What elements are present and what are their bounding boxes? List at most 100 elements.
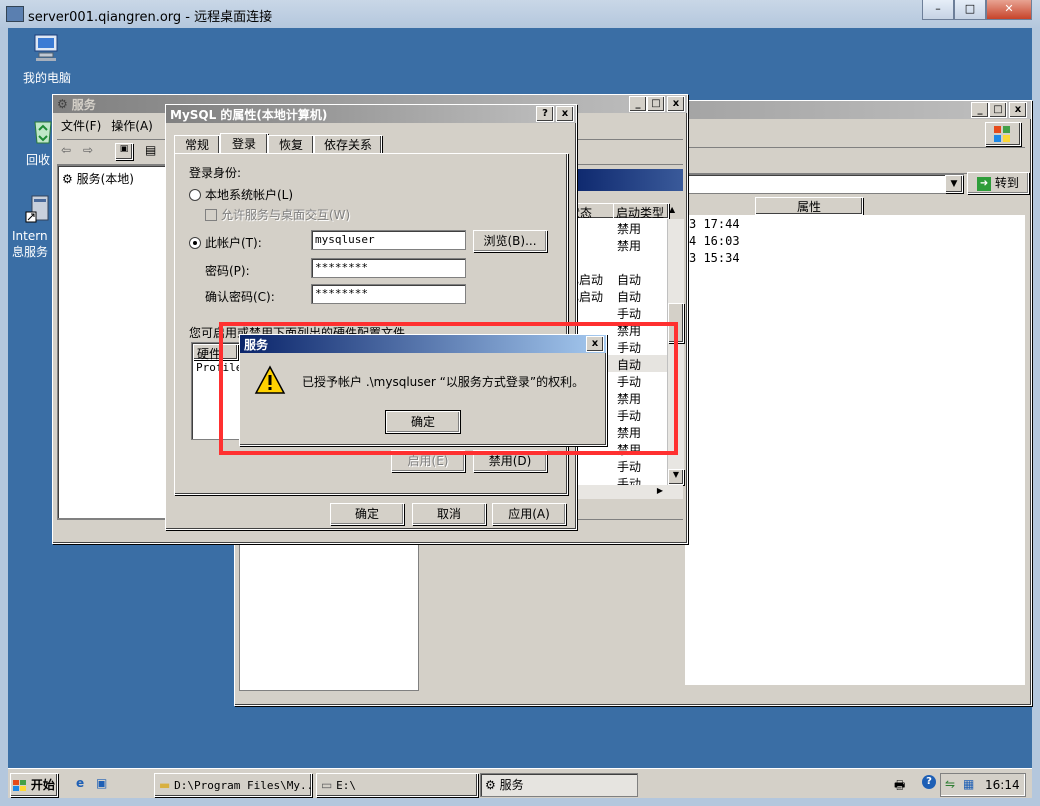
minimize-button[interactable]: _: [971, 102, 989, 118]
scroll-right-icon[interactable]: ▶: [657, 486, 663, 495]
password-label: 密码(P):: [205, 264, 250, 278]
tree-item-services-local[interactable]: ⚙ 服务(本地): [58, 166, 170, 191]
ok-button[interactable]: 确定: [330, 503, 404, 525]
show-hide-tree-icon[interactable]: ▣: [115, 143, 133, 160]
horizontal-scrollbar[interactable]: ▶: [565, 485, 683, 499]
folder-icon: ▬: [159, 778, 171, 792]
service-row[interactable]: 手动: [565, 304, 667, 321]
network-status-icon[interactable]: ▦: [963, 777, 974, 791]
desktop-icon-my-computer[interactable]: 我的电脑: [20, 32, 74, 86]
rdp-title-bar[interactable]: server001.qiangren.org - 远程桌面连接 – □ ✕: [0, 0, 1040, 28]
forward-arrow-icon[interactable]: ⇨: [83, 143, 93, 157]
row-date: 3 15:34: [689, 251, 740, 265]
service-row[interactable]: 手动: [565, 474, 667, 485]
confirm-password-input[interactable]: ********: [311, 284, 466, 304]
remote-desktop-icon: [6, 6, 24, 22]
gear-icon: ⚙: [57, 97, 68, 111]
desktop-icon-label-line2: 息服务: [12, 245, 49, 259]
close-button[interactable]: x: [1009, 102, 1027, 118]
cancel-button[interactable]: 取消: [412, 503, 486, 525]
service-row[interactable]: 禁用: [565, 236, 667, 253]
properties-title-bar[interactable]: MySQL 的属性(本地计算机) ? x: [166, 105, 576, 123]
tab-dependencies[interactable]: 依存关系: [314, 135, 382, 155]
maximize-button[interactable]: □: [989, 102, 1007, 118]
printer-icon[interactable]: 🖶: [894, 776, 905, 797]
checkbox[interactable]: [205, 208, 217, 221]
browse-button[interactable]: 浏览(B)...: [473, 230, 547, 252]
radio-button-selected[interactable]: [189, 236, 201, 249]
rdp-frame-right: [1032, 28, 1040, 806]
network-icon[interactable]: ⇋: [945, 777, 955, 791]
taskbar-item-label: D:\Program Files\My...: [174, 779, 312, 792]
maximize-button[interactable]: □: [954, 0, 986, 20]
radio-label: 本地系统帐户(L): [205, 188, 294, 202]
desktop-icon-iis[interactable]: Intern 息服务: [12, 194, 52, 260]
service-startup-type: 手动: [617, 460, 642, 474]
gear-icon: ⚙: [62, 172, 73, 186]
radio-local-system[interactable]: 本地系统帐户(L): [189, 186, 293, 203]
menu-action[interactable]: 操作(A): [111, 117, 153, 137]
close-button[interactable]: x: [667, 96, 685, 112]
service-startup-type: 手动: [617, 477, 642, 485]
taskbar-item-program-files[interactable]: ▬ D:\Program Files\My...: [154, 773, 312, 797]
desktop-icon-label: 我的电脑: [22, 71, 71, 85]
tab-recovery[interactable]: 恢复: [268, 135, 314, 155]
close-button[interactable]: x: [556, 106, 574, 122]
start-button[interactable]: 开始: [10, 773, 58, 797]
windows-logo-icon: [985, 122, 1021, 146]
ie-icon[interactable]: e: [76, 776, 84, 790]
column-header-startup-type[interactable]: 启动类型: [613, 203, 669, 219]
system-tray: ⇋ ▦ 16:14: [940, 773, 1026, 797]
radio-label: 此帐户(T):: [205, 236, 262, 250]
address-input[interactable]: ▼: [680, 174, 964, 194]
account-input[interactable]: mysqluser: [311, 230, 466, 250]
close-button[interactable]: ✕: [986, 0, 1032, 20]
chevron-down-icon[interactable]: ▼: [945, 175, 963, 193]
gear-icon: ⚙: [485, 778, 496, 792]
password-input[interactable]: ********: [311, 258, 466, 278]
back-arrow-icon[interactable]: ⇦: [61, 143, 71, 157]
services-window-title: 服务: [71, 97, 96, 112]
radio-button[interactable]: [189, 188, 201, 201]
help-icon[interactable]: ?: [922, 775, 936, 789]
clock[interactable]: 16:14: [985, 778, 1020, 792]
taskbar-item-drive-e[interactable]: ▭ E:\: [316, 773, 478, 797]
service-row[interactable]: 已启动 自动: [565, 287, 667, 304]
column-header-label: 属性: [796, 200, 821, 214]
drive-icon: ▭: [321, 778, 333, 792]
logon-as-label: 登录身份:: [189, 166, 242, 180]
apply-button[interactable]: 应用(A): [492, 503, 566, 525]
rdp-frame-left: [0, 28, 8, 806]
taskbar-item-services[interactable]: ⚙ 服务: [480, 773, 638, 797]
column-header-properties[interactable]: 属性: [755, 197, 863, 215]
scroll-up-icon[interactable]: ▲: [669, 205, 675, 214]
radio-this-account[interactable]: 此帐户(T):: [189, 234, 262, 251]
help-button[interactable]: ?: [536, 106, 554, 122]
details-pane: 3 17:44 4 16:03 3 15:34: [685, 215, 1025, 685]
go-button[interactable]: ➜ 转到: [967, 172, 1029, 194]
minimize-button[interactable]: –: [922, 0, 954, 20]
checkbox-interact-desktop[interactable]: 允许服务与桌面交互(W): [205, 206, 350, 223]
show-desktop-icon[interactable]: ▣: [96, 776, 107, 790]
minimize-button[interactable]: _: [629, 96, 647, 112]
tab-general[interactable]: 常规: [174, 135, 220, 155]
services-banner: [565, 169, 683, 191]
row-date: 3 17:44: [689, 217, 740, 231]
service-startup-type: 自动: [617, 273, 642, 287]
services-menu-bar: 文件(F) 操作(A): [57, 117, 153, 137]
mysql-properties-dialog[interactable]: MySQL 的属性(本地计算机) ? x 常规 登录 恢复 依存关系 登录身份:…: [165, 104, 577, 530]
service-startup-type: 自动: [617, 290, 642, 304]
windows-logo-icon: [13, 779, 26, 791]
service-row[interactable]: 手动: [565, 457, 667, 474]
service-row[interactable]: 禁用: [565, 219, 667, 236]
taskbar-item-label: E:\: [336, 779, 357, 792]
start-label: 开始: [30, 778, 55, 792]
computer-icon: [34, 34, 58, 61]
menu-file[interactable]: 文件(F): [61, 117, 101, 137]
properties-header: 属性: [685, 197, 1025, 216]
service-row[interactable]: [565, 253, 667, 270]
service-row[interactable]: 已启动 自动: [565, 270, 667, 287]
properties-icon[interactable]: ▤: [145, 143, 156, 157]
scroll-down-icon[interactable]: ▼: [668, 469, 684, 485]
maximize-button[interactable]: □: [647, 96, 665, 112]
